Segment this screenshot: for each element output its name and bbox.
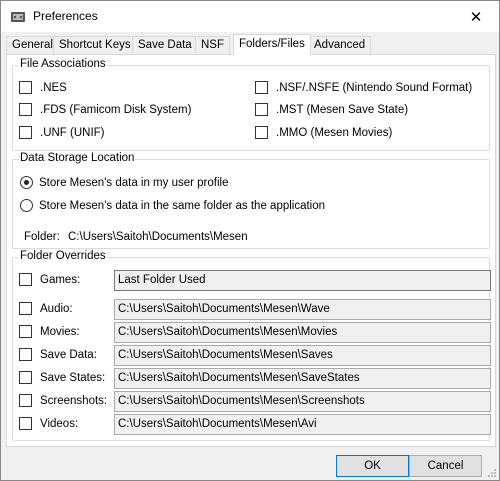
folder-overrides-group: Folder Overrides Games: Last Folder Used…	[12, 250, 491, 441]
assoc-nsf-checkbox[interactable]: .NSF/.NSFE (Nintendo Sound Format)	[255, 81, 472, 94]
cancel-button[interactable]: Cancel	[409, 455, 482, 477]
assoc-unf-checkbox[interactable]: .UNF (UNIF)	[19, 126, 105, 139]
checkbox-box[interactable]	[255, 103, 268, 116]
checkbox-box[interactable]	[19, 126, 32, 139]
override-videos-field[interactable]: C:\Users\Saitoh\Documents\Mesen\Avi	[114, 414, 491, 435]
checkbox-box[interactable]	[19, 371, 32, 384]
file-associations-group: File Associations .NES .FDS (Famicom Dis…	[12, 58, 490, 151]
override-savestates-field[interactable]: C:\Users\Saitoh\Documents\Mesen\SaveStat…	[114, 368, 491, 389]
store-user-profile-radio[interactable]: Store Mesen's data in my user profile	[20, 176, 228, 189]
checkbox-box[interactable]	[19, 325, 32, 338]
data-storage-group: Data Storage Location Store Mesen's data…	[12, 152, 490, 249]
override-games-label: Games:	[40, 273, 81, 286]
tab-general[interactable]: General	[6, 36, 59, 54]
store-user-profile-label: Store Mesen's data in my user profile	[39, 176, 229, 189]
checkbox-box[interactable]	[19, 273, 32, 286]
close-icon: ✕	[469, 8, 483, 26]
checkbox-box[interactable]	[19, 81, 32, 94]
data-storage-title: Data Storage Location	[19, 152, 136, 164]
folder-overrides-title: Folder Overrides	[19, 250, 107, 262]
file-associations-title: File Associations	[19, 58, 107, 70]
override-screenshots-field[interactable]: C:\Users\Saitoh\Documents\Mesen\Screensh…	[114, 391, 491, 412]
assoc-mst-label: .MST (Mesen Save State)	[276, 103, 409, 116]
app-icon	[11, 12, 25, 22]
assoc-mmo-checkbox[interactable]: .MMO (Mesen Movies)	[255, 126, 392, 139]
checkbox-box[interactable]	[255, 126, 268, 139]
override-savestates-checkbox[interactable]: Save States:	[19, 371, 105, 384]
store-app-folder-label: Store Mesen's data in the same folder as…	[39, 199, 326, 212]
radio-dot[interactable]	[20, 199, 33, 212]
override-videos-label: Videos:	[40, 417, 79, 430]
override-savedata-field[interactable]: C:\Users\Saitoh\Documents\Mesen\Saves	[114, 345, 491, 366]
checkbox-box[interactable]	[19, 394, 32, 407]
override-savedata-label: Save Data:	[40, 348, 97, 361]
assoc-nsf-label: .NSF/.NSFE (Nintendo Sound Format)	[276, 81, 473, 94]
override-movies-field[interactable]: C:\Users\Saitoh\Documents\Mesen\Movies	[114, 322, 491, 343]
override-savestates-label: Save States:	[40, 371, 106, 384]
override-audio-checkbox[interactable]: Audio:	[19, 302, 73, 315]
tab-nsf[interactable]: NSF	[195, 36, 230, 54]
checkbox-box[interactable]	[19, 417, 32, 430]
close-button[interactable]: ✕	[453, 1, 499, 32]
tab-strip: General Shortcut Keys Save Data NSF Fold…	[6, 34, 496, 55]
folder-label: Folder:	[24, 231, 60, 243]
override-games-checkbox[interactable]: Games:	[19, 273, 80, 286]
tab-shortcut-keys[interactable]: Shortcut Keys	[53, 36, 137, 54]
assoc-fds-label: .FDS (Famicom Disk System)	[40, 103, 192, 116]
checkbox-box[interactable]	[19, 103, 32, 116]
override-audio-label: Audio:	[40, 302, 73, 315]
ok-button[interactable]: OK	[336, 455, 409, 477]
assoc-nes-checkbox[interactable]: .NES	[19, 81, 67, 94]
checkbox-box[interactable]	[19, 302, 32, 315]
tab-advanced[interactable]: Advanced	[308, 36, 372, 54]
override-movies-checkbox[interactable]: Movies:	[19, 325, 80, 338]
window-title: Preferences	[33, 9, 98, 23]
assoc-mmo-label: .MMO (Mesen Movies)	[276, 126, 393, 139]
override-movies-label: Movies:	[40, 325, 80, 338]
override-games-field[interactable]: Last Folder Used	[114, 270, 491, 291]
checkbox-box[interactable]	[19, 348, 32, 361]
dialog-footer: OK Cancel	[1, 447, 499, 480]
override-audio-field[interactable]: C:\Users\Saitoh\Documents\Mesen\Wave	[114, 299, 491, 320]
resize-grip-icon[interactable]	[487, 468, 497, 478]
assoc-nes-label: .NES	[40, 81, 67, 94]
preferences-window: Preferences ✕ General Shortcut Keys Save…	[0, 0, 500, 481]
override-videos-checkbox[interactable]: Videos:	[19, 417, 78, 430]
assoc-mst-checkbox[interactable]: .MST (Mesen Save State)	[255, 103, 408, 116]
checkbox-box[interactable]	[255, 81, 268, 94]
folders-files-page: File Associations .NES .FDS (Famicom Dis…	[6, 54, 496, 447]
tab-folders-files[interactable]: Folders/Files	[233, 34, 311, 55]
folder-path: C:\Users\Saitoh\Documents\Mesen	[68, 231, 248, 243]
override-screenshots-checkbox[interactable]: Screenshots:	[19, 394, 107, 407]
tab-save-data[interactable]: Save Data	[132, 36, 198, 54]
radio-dot[interactable]	[20, 176, 33, 189]
assoc-fds-checkbox[interactable]: .FDS (Famicom Disk System)	[19, 103, 191, 116]
store-app-folder-radio[interactable]: Store Mesen's data in the same folder as…	[20, 199, 325, 212]
assoc-unf-label: .UNF (UNIF)	[40, 126, 105, 139]
override-savedata-checkbox[interactable]: Save Data:	[19, 348, 97, 361]
override-screenshots-label: Screenshots:	[40, 394, 108, 407]
title-bar[interactable]: Preferences ✕	[1, 1, 499, 32]
